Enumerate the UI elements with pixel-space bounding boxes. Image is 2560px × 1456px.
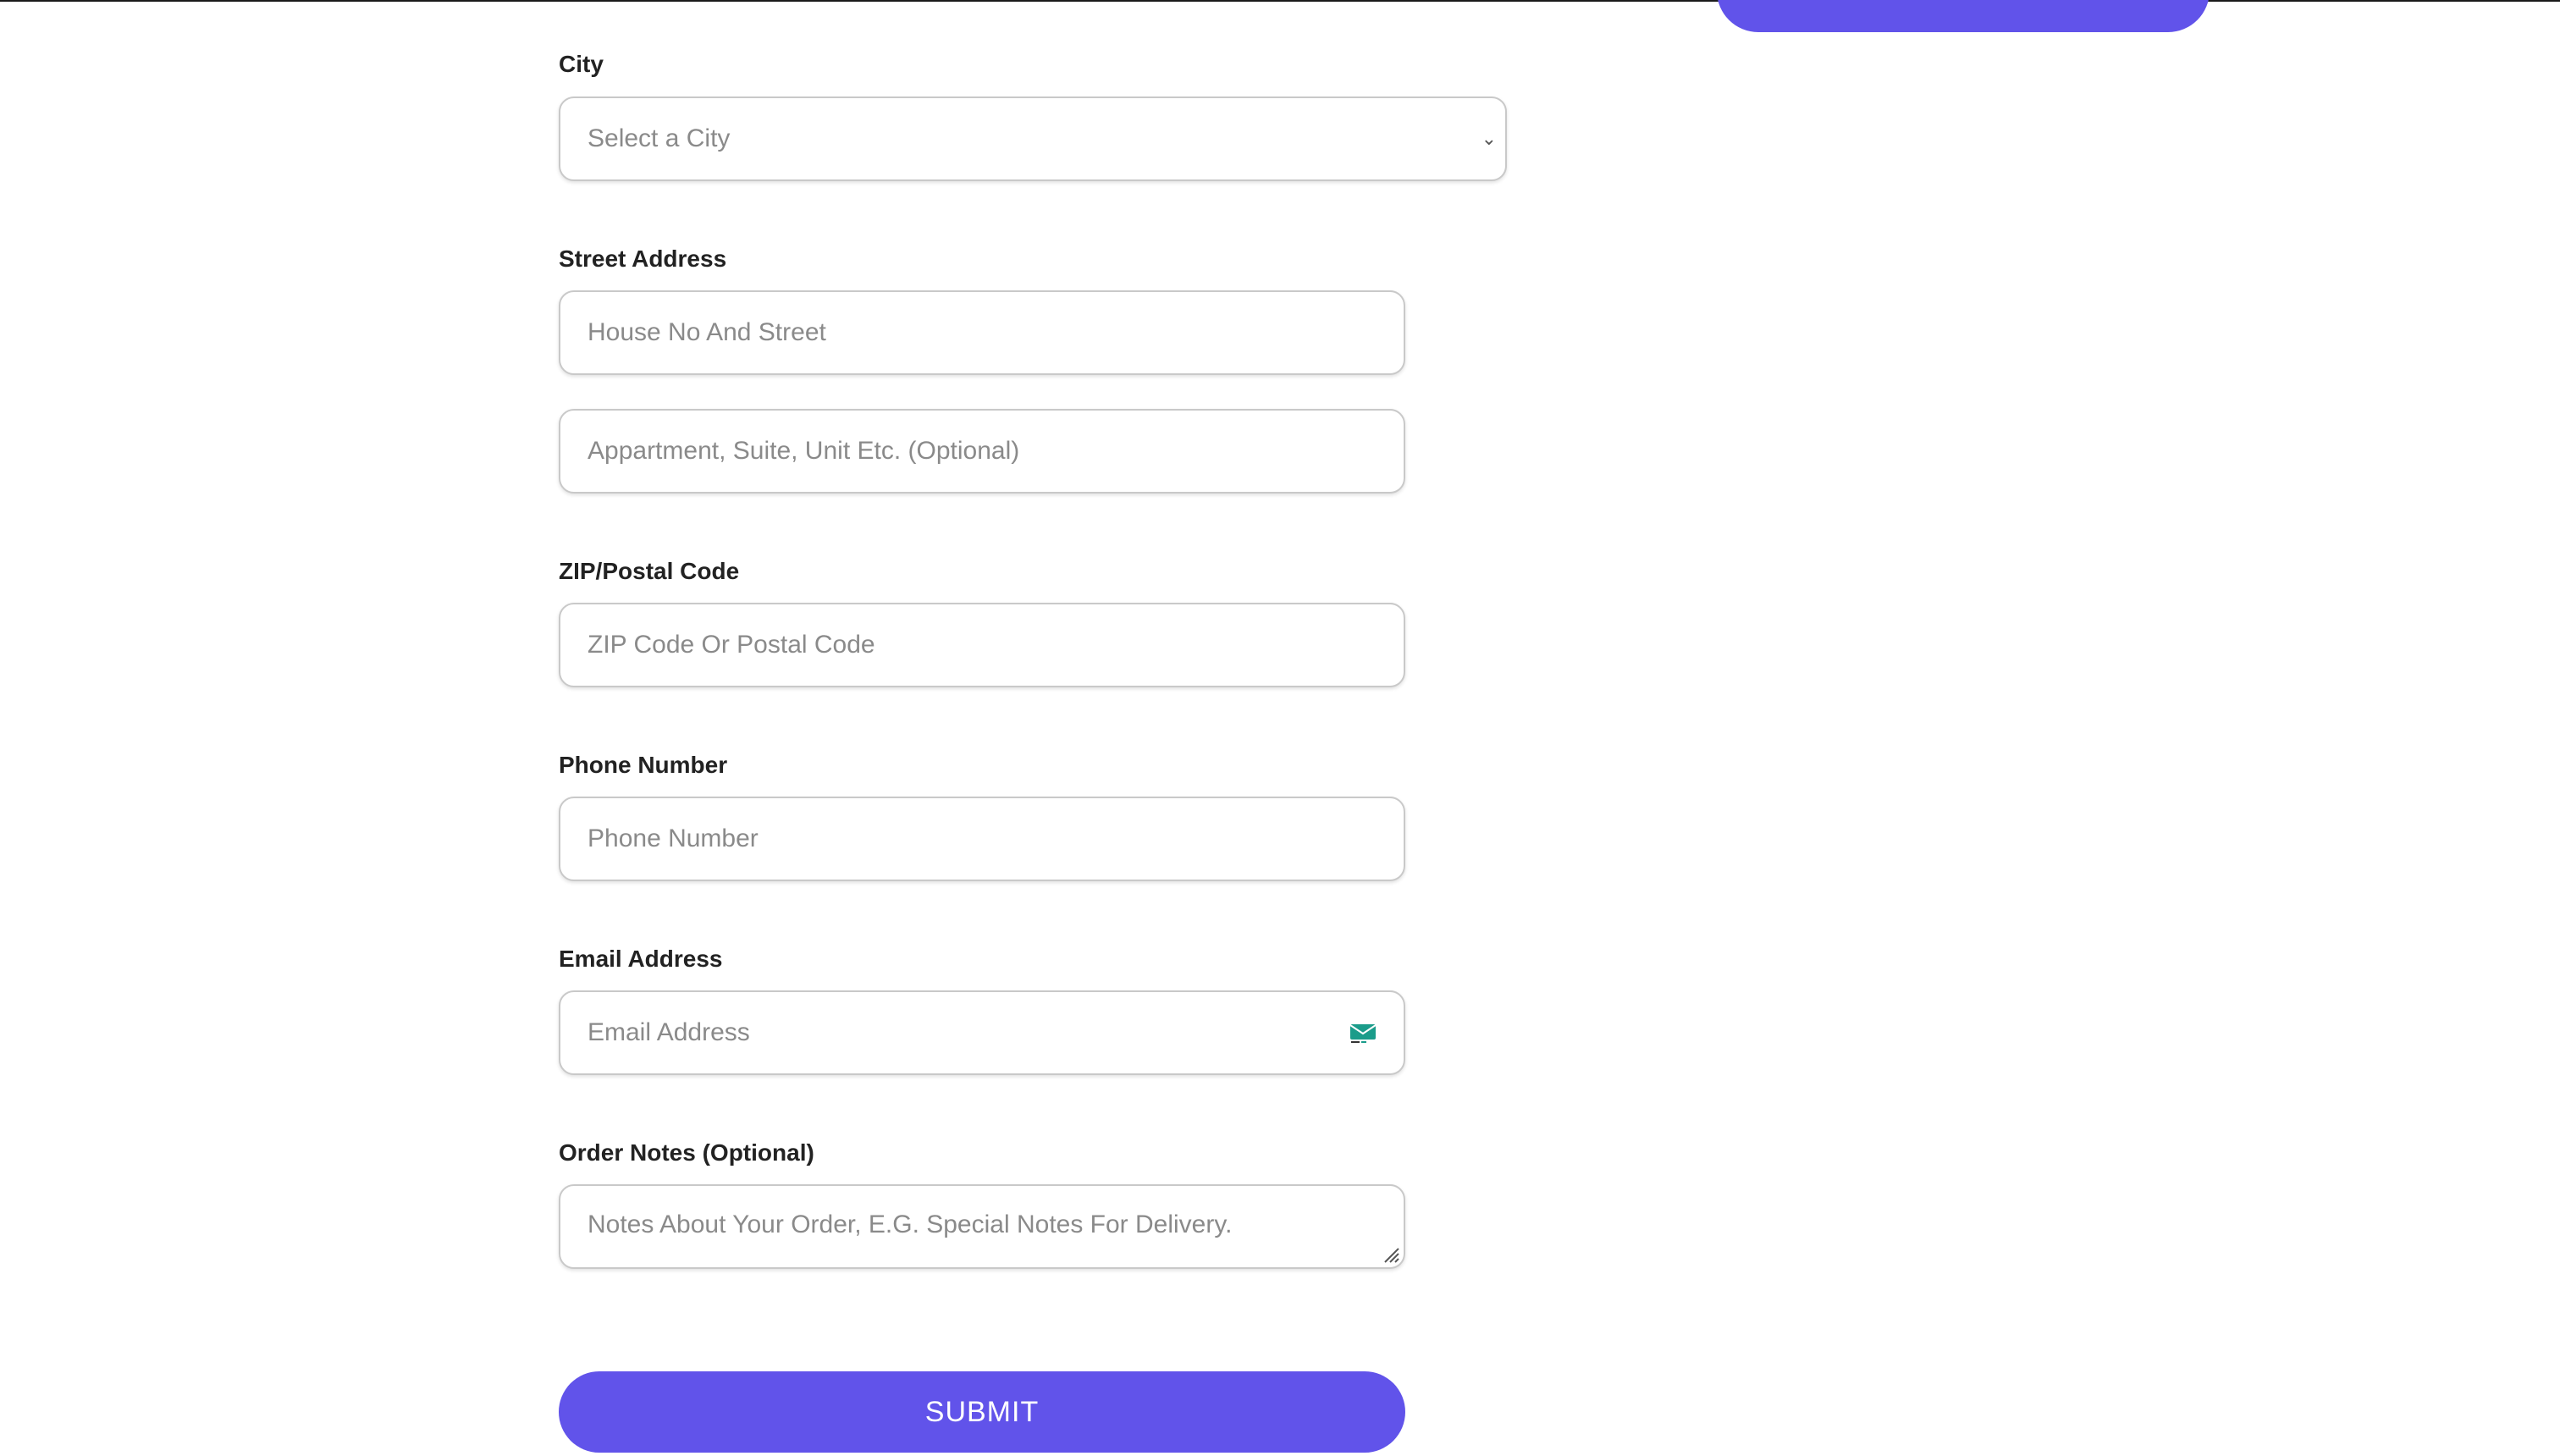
- zip-input[interactable]: [560, 604, 1404, 686]
- chevron-down-icon: ⌄: [1481, 128, 1497, 149]
- street-line1-field: [559, 290, 1405, 375]
- mail-icon[interactable]: [1349, 1022, 1377, 1044]
- order-notes-label: Order Notes (Optional): [559, 1139, 814, 1166]
- phone-field: [559, 797, 1405, 881]
- order-notes-field: [559, 1184, 1405, 1269]
- resize-handle-icon[interactable]: [1382, 1245, 1400, 1264]
- street-line2-input[interactable]: [560, 411, 1404, 492]
- email-input[interactable]: [560, 992, 1404, 1073]
- order-notes-textarea[interactable]: [560, 1186, 1404, 1267]
- email-field: [559, 990, 1405, 1075]
- street-line2-field: [559, 409, 1405, 494]
- city-label: City: [559, 51, 604, 77]
- city-select[interactable]: Select a City ⌄: [559, 97, 1507, 181]
- email-label: Email Address: [559, 946, 723, 972]
- street-address-label: Street Address: [559, 245, 727, 272]
- top-partial-button[interactable]: [1717, 0, 2210, 32]
- phone-input[interactable]: [560, 798, 1404, 880]
- zip-field: [559, 603, 1405, 687]
- city-select-value: Select a City: [588, 124, 731, 152]
- phone-label: Phone Number: [559, 752, 728, 778]
- zip-label: ZIP/Postal Code: [559, 558, 740, 584]
- street-line1-input[interactable]: [560, 292, 1404, 373]
- submit-button[interactable]: SUBMIT: [559, 1371, 1405, 1453]
